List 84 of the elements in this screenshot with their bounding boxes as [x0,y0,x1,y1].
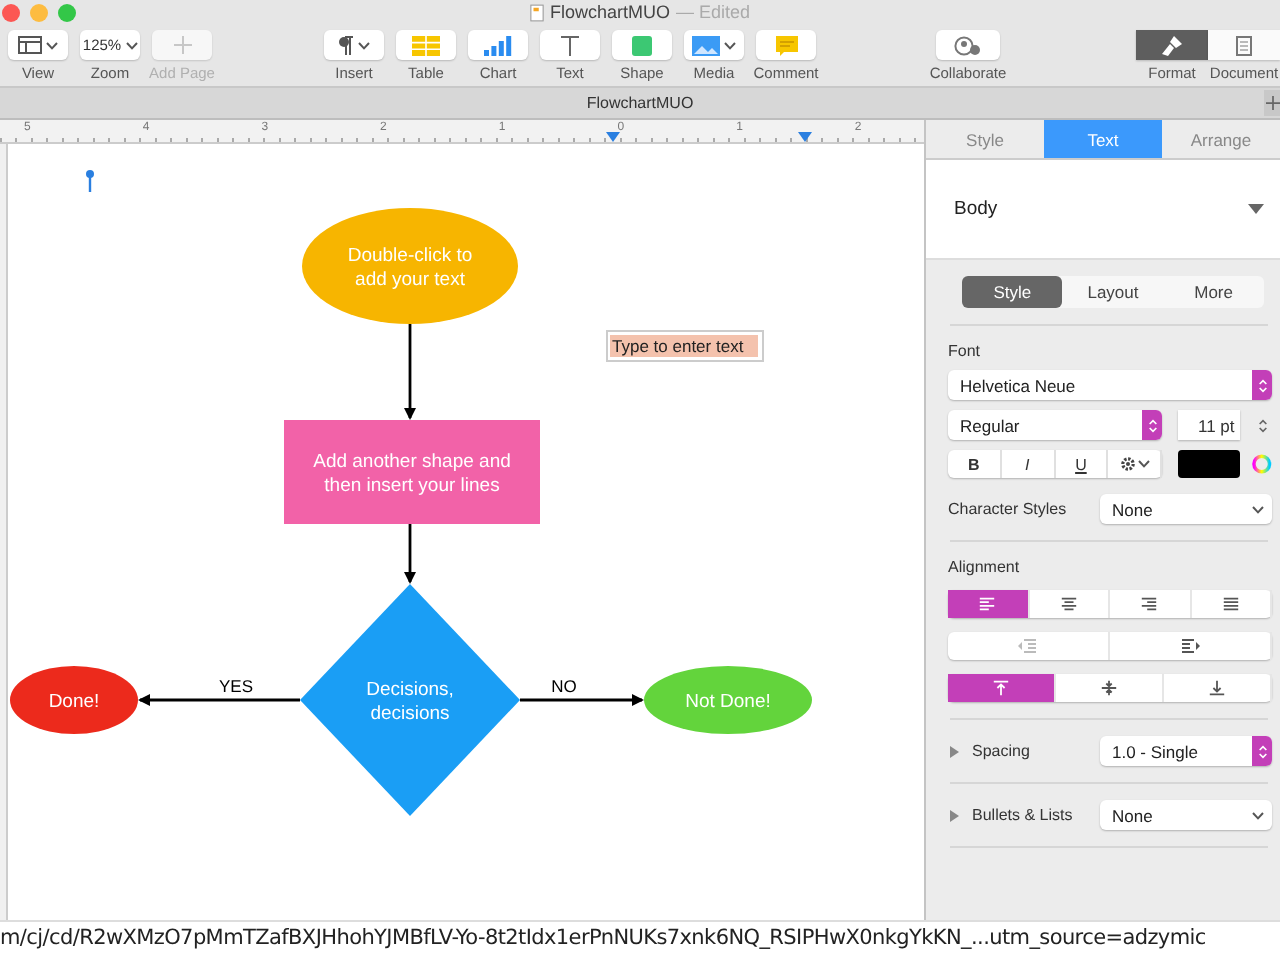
shape-label: Decisions, decisions [366,679,454,725]
caret-icon [46,41,58,49]
text-style-button[interactable]: U [1055,450,1109,478]
font-family-select[interactable]: Helvetica Neue [948,370,1272,400]
bar-chart-icon [484,35,512,55]
toolbar-button[interactable] [1208,30,1280,60]
new-tab-button[interactable] [1264,90,1280,116]
dropdown-triangle-icon [1248,204,1264,214]
branch-label: YES [219,676,253,696]
text-box[interactable]: Type to enter text [606,330,764,362]
spacing-select[interactable]: 1.0 - Single [1100,736,1272,766]
section-label: Font [948,342,983,360]
image-icon [692,35,720,55]
tab-marker-icon [606,132,620,142]
connector-arrow [520,694,644,706]
branch-label: NO [551,676,577,696]
color-wheel-icon [1252,454,1272,474]
connector-arrow [404,324,416,420]
character-style-select[interactable]: None [1100,494,1272,524]
align-right-icon [1140,596,1159,612]
status-url: m/cj/cd/R2wXMzO7pMmTZafBXJHhohYJMBfLV-Yo-8t2tIdx1erPnNUKs7xnk6NQ_RSIPHwX0nkgYkKN_...utm_source=adzymic [0,920,1280,956]
toolbar-button[interactable] [540,30,600,60]
section-label: Bullets & Lists [972,806,1073,824]
shape-label: Done! [48,691,100,713]
window-title: FlowchartMUO [549,2,670,22]
text-style-button[interactable]: I [1001,450,1056,478]
text-color-well[interactable] [1178,450,1241,478]
outdent-icon [1018,638,1038,654]
align-middle-icon [1100,680,1118,696]
paragraph-style-name: Body [954,198,998,220]
toolbar-button[interactable] [324,30,384,60]
plus-icon [173,36,191,54]
stepper-icon [1252,736,1272,766]
pilcrow-icon [338,35,354,55]
gear-icon [1119,456,1136,472]
table-icon [412,35,440,55]
vertical-alignment-button[interactable] [948,674,1056,702]
document-icon [529,3,544,21]
justify-icon [1221,596,1240,612]
align-top-icon [992,680,1010,696]
text-style-button[interactable]: B [948,450,1002,478]
section-label: Alignment [948,558,1022,576]
tab-marker-icon [798,132,812,142]
align-center-icon [1059,596,1078,612]
edited-status: — Edited [675,2,751,22]
square-shape-icon [632,35,652,55]
text-icon [560,35,580,55]
caret-icon [1252,811,1264,819]
segment-tab[interactable]: More [1163,276,1264,308]
align-left-icon [978,596,997,612]
caret-icon [125,41,138,49]
align-bottom-icon [1208,680,1226,696]
toolbar-button[interactable] [1136,30,1208,60]
stepper-icon [1252,370,1272,400]
section-label: Spacing [972,742,1030,760]
text-cursor-icon [86,170,94,192]
caret-icon [1252,505,1264,513]
close-button[interactable] [2,3,20,21]
paintbrush-icon [1162,35,1182,55]
caret-icon [724,41,736,49]
connector-arrow [404,524,416,584]
comment-icon [775,35,797,55]
plus-icon [1265,96,1279,110]
toolbar-button[interactable] [8,30,68,60]
alignment-button[interactable] [948,590,1029,618]
stepper-icon [1142,410,1163,440]
caret-icon [1137,460,1150,468]
indent-icon [1180,638,1200,654]
paragraph-style-row[interactable]: Body [926,160,1280,260]
font-size-field[interactable]: 11 pt [1178,410,1241,440]
caret-icon [358,41,370,49]
bullets-select[interactable]: None [1100,800,1272,830]
field-label: Character Styles [948,500,1067,518]
segment-tab[interactable]: Style [962,276,1063,308]
document-icon [1236,35,1252,55]
typeface-select[interactable]: Regular [948,410,1163,440]
toolbar-button[interactable] [936,30,1000,60]
shape-label: Double-click to add your text [347,245,473,291]
shape-label: Add another shape and then insert your lines [313,451,511,497]
segment-tab[interactable]: Layout [1062,276,1164,308]
document-tab[interactable]: FlowchartMUO [586,94,694,112]
shape-label: Not Done! [685,691,771,713]
toolbar-button[interactable] [468,30,528,60]
layout-icon [18,36,42,54]
